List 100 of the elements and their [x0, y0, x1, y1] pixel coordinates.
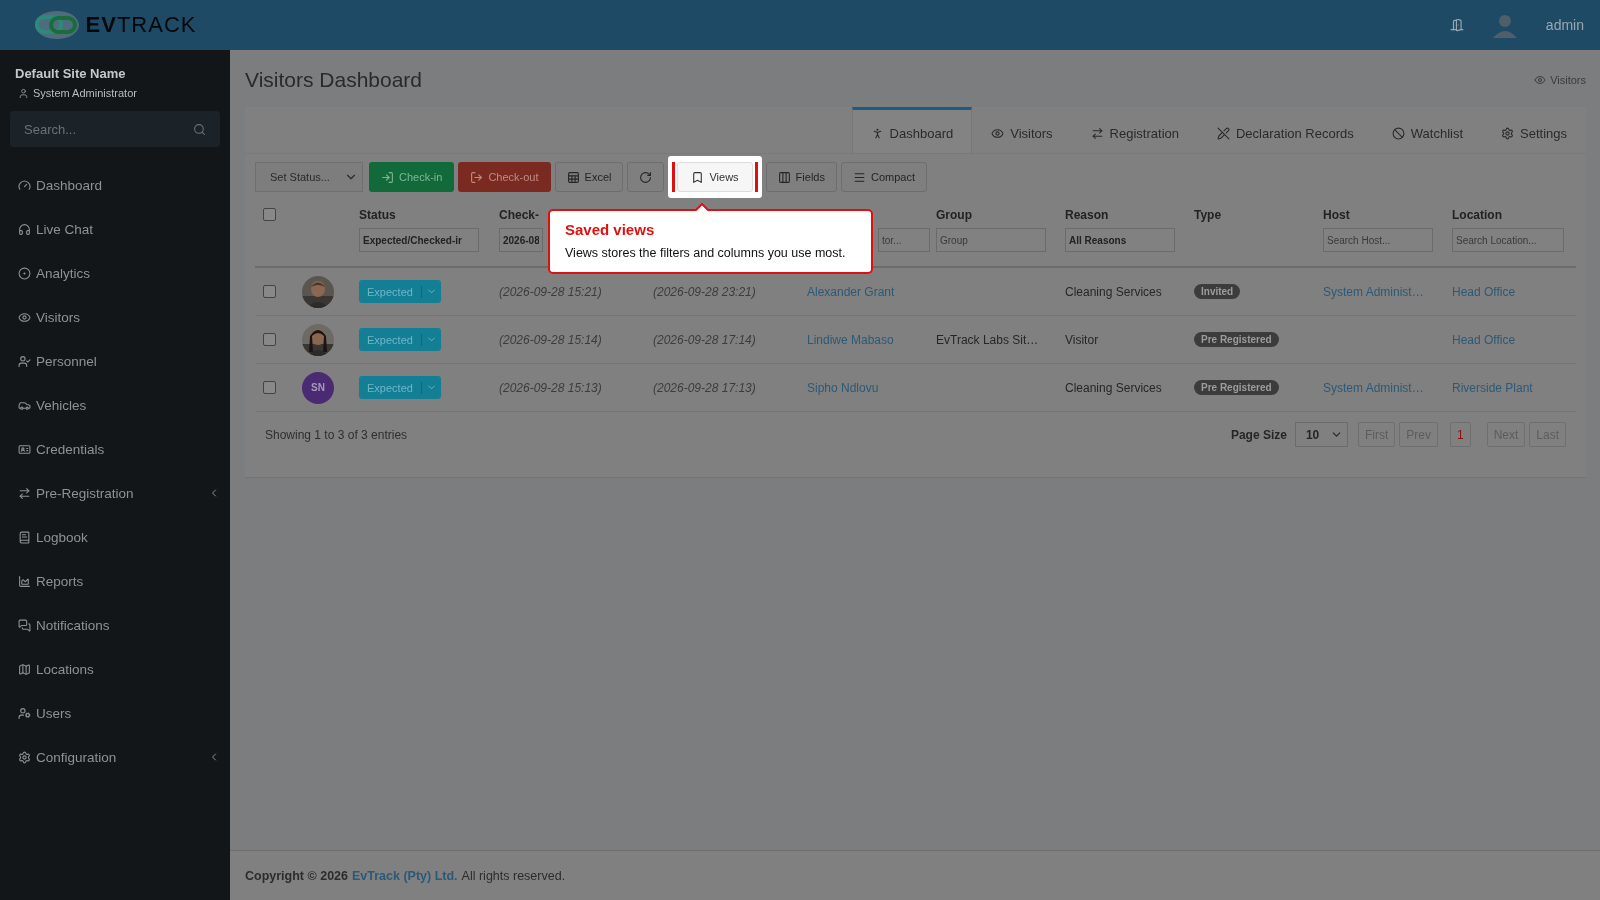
nav-item[interactable]: Logbook	[10, 515, 220, 559]
tab[interactable]: Visitors	[972, 107, 1072, 153]
id-card-icon	[18, 442, 31, 456]
checkbox[interactable]	[263, 208, 276, 221]
status-button[interactable]: Expected	[359, 328, 441, 351]
nav-item[interactable]: Pre-Registration	[10, 471, 220, 515]
refresh-button[interactable]	[627, 162, 665, 192]
nav-item[interactable]: Locations	[10, 647, 220, 691]
visitor-link[interactable]: Alexander Grant	[807, 284, 895, 299]
nav-item[interactable]: Live Chat	[10, 207, 220, 251]
nav-item[interactable]: Dashboard	[10, 163, 220, 207]
toolbar-button[interactable]: Excel	[554, 162, 624, 192]
checkbox[interactable]	[263, 381, 276, 394]
target-icon	[18, 266, 31, 280]
visitor-link[interactable]: Sipho Ndlovu	[807, 380, 879, 395]
column-header: Location	[1452, 208, 1503, 224]
check-out-time: (2026-09-28 17:13)	[653, 380, 756, 395]
tab[interactable]: Settings	[1482, 107, 1586, 153]
login-icon	[381, 170, 394, 184]
menu-icon	[852, 170, 866, 184]
gauge-icon	[18, 178, 31, 192]
messages-icon	[18, 618, 31, 632]
filter-field[interactable]: Group	[936, 228, 1046, 252]
location-link[interactable]: Head Office	[1452, 332, 1516, 347]
filter-field[interactable]: tor...	[878, 228, 930, 252]
filter-field[interactable]: Search Location...	[1452, 228, 1564, 252]
nav-item[interactable]: Visitors	[10, 295, 220, 339]
location-link[interactable]: Head Office	[1452, 284, 1516, 299]
column-header: Status	[359, 208, 397, 224]
eye-icon	[991, 126, 1005, 140]
check-in-time: (2026-09-28 15:21)	[499, 284, 602, 299]
nav-item[interactable]: Notifications	[10, 603, 220, 647]
logout-icon	[470, 170, 484, 184]
chart-icon	[18, 574, 31, 588]
logo-icon	[33, 10, 80, 40]
column-header: Group	[936, 208, 973, 224]
eye-icon	[18, 310, 31, 324]
filter-field[interactable]: All Reasons	[1065, 228, 1175, 252]
filter-field[interactable]: Expected/Checked-ir	[359, 228, 479, 252]
popover-text: Views stores the filters and columns you use most.	[565, 246, 847, 260]
tab[interactable]: Declaration Records	[1198, 107, 1373, 153]
entries-summary: Showing 1 to 3 of 3 entries	[265, 427, 408, 442]
company-link[interactable]: EvTrack (Pty) Ltd.	[352, 868, 458, 883]
popover-title: Saved views	[565, 221, 656, 238]
nav-item[interactable]: Analytics	[10, 251, 220, 295]
tab[interactable]: Registration	[1071, 107, 1198, 153]
column-header: Check-	[499, 208, 540, 224]
copyright-text: Copyright © 2026	[245, 868, 348, 883]
ban-icon	[1391, 126, 1405, 140]
nav-item[interactable]: Credentials	[10, 427, 220, 471]
toolbar-button[interactable]: Check-in	[369, 162, 455, 192]
eye-icon	[1534, 74, 1547, 86]
user-role: System Administrator	[33, 87, 137, 99]
user-icon	[18, 87, 29, 99]
host-link[interactable]: System Administ…	[1323, 380, 1424, 395]
check-out-time: (2026-09-28 23:21)	[653, 284, 756, 299]
status-button[interactable]: Expected	[359, 376, 441, 399]
table-icon	[566, 170, 580, 184]
visitor-link[interactable]: Lindiwe Mabaso	[807, 332, 894, 347]
host-link[interactable]: System Administ…	[1323, 284, 1424, 299]
nav-item[interactable]: Reports	[10, 559, 220, 603]
type-badge: Pre Registered	[1194, 332, 1279, 347]
filter-field[interactable]: 2026-08	[499, 228, 543, 252]
breadcrumb[interactable]: Visitors	[1550, 74, 1586, 86]
rights-text: All rights reserved.	[461, 868, 566, 883]
page-size-label: Page Size	[1230, 427, 1287, 442]
user-name[interactable]: admin	[1545, 17, 1584, 33]
toolbar-button[interactable]: Fields	[765, 162, 837, 192]
status-button[interactable]: Expected	[359, 280, 441, 303]
highlight-bracket	[672, 162, 676, 192]
nav-item[interactable]: Configuration	[10, 735, 220, 779]
status-select[interactable]: Set Status...	[255, 162, 363, 192]
page-size-select[interactable]: 10	[1294, 422, 1348, 447]
search-icon	[193, 123, 206, 136]
views-button[interactable]: Views	[677, 162, 753, 192]
nav-item[interactable]: Personnel	[10, 339, 220, 383]
filter-field[interactable]: Search Host...	[1323, 228, 1433, 252]
search-field[interactable]: Search...	[10, 111, 220, 147]
door-icon[interactable]	[1449, 18, 1464, 32]
column-header: Host	[1323, 208, 1351, 224]
tab[interactable]: Dashboard	[851, 107, 973, 153]
toolbar-button[interactable]: Compact	[840, 162, 927, 192]
pen-icon	[1217, 126, 1230, 140]
columns-icon	[777, 170, 791, 184]
checkbox[interactable]	[263, 285, 276, 298]
page-button[interactable]: 1	[1449, 422, 1471, 447]
group-text: EvTrack Labs Sit…	[936, 332, 1039, 347]
location-link[interactable]: Riverside Plant	[1452, 380, 1533, 395]
nav-item[interactable]: Vehicles	[10, 383, 220, 427]
site-name: Default Site Name	[14, 66, 127, 81]
book-icon	[18, 530, 31, 544]
logo-text: EVTRACK	[85, 12, 197, 38]
reason-text: Visitor	[1065, 332, 1099, 347]
tab[interactable]: Watchlist	[1372, 107, 1482, 153]
refresh-icon	[639, 170, 653, 184]
checkbox[interactable]	[263, 333, 276, 346]
nav-item[interactable]: Users	[10, 691, 220, 735]
toolbar-button[interactable]: Check-out	[458, 162, 551, 192]
type-badge: Pre Registered	[1194, 380, 1279, 395]
map-icon	[18, 662, 31, 676]
